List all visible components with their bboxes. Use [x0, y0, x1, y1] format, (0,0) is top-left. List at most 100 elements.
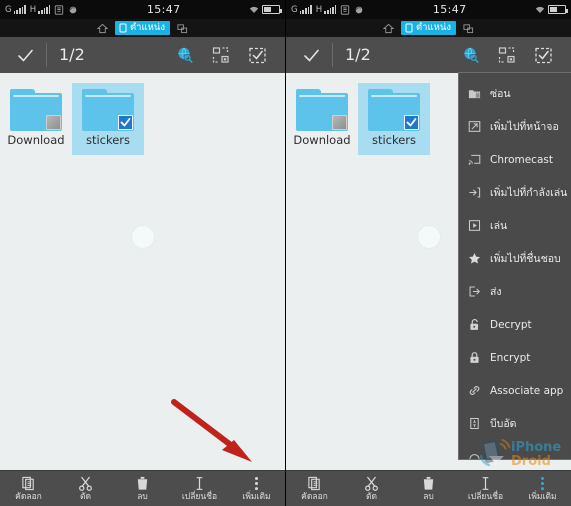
copy-label: คัดลอก [301, 491, 328, 502]
menu-item-label: Encrypt [490, 351, 531, 364]
compress-icon [470, 417, 479, 430]
menu-item-label: ส่ง [490, 285, 502, 298]
confirm-selection-button[interactable] [10, 47, 40, 64]
delete-label: ลบ [137, 491, 148, 502]
menu-item-add-to-favorites[interactable]: เพิ่มไปที่ชื่นชอบ [459, 242, 571, 275]
menu-item-encrypt[interactable]: Encrypt [459, 341, 571, 374]
tab-location[interactable]: ตำแหน่ง [400, 21, 457, 35]
home-icon[interactable] [382, 23, 394, 34]
status-bar: G H 15:47 [286, 0, 571, 19]
delete-button[interactable]: ลบ [114, 476, 171, 502]
device-icon [119, 23, 127, 32]
rearrange-icon [212, 47, 229, 63]
menu-item-chromecast[interactable]: Chromecast [459, 143, 571, 176]
delete-icon [137, 476, 148, 490]
rename-label: เปลี่ยนชื่อ [467, 491, 504, 502]
rename-icon [482, 476, 489, 490]
select-all-button[interactable] [525, 46, 561, 65]
select-all-icon [248, 47, 266, 63]
delete-icon [423, 476, 434, 490]
globe-search-icon [178, 47, 193, 63]
menu-item-add-to-homescreen[interactable]: เพิ่มไปที่หน้าจอ [459, 110, 571, 143]
cut-button[interactable]: ตัด [343, 476, 400, 502]
selection-checkbox-checked[interactable] [118, 115, 133, 130]
tab-strip: ตำแหน่ง [0, 19, 285, 37]
tab-location-label: ตำแหน่ง [415, 22, 452, 33]
more-icon [255, 476, 258, 490]
sim2-signal-icon: H [30, 5, 51, 14]
more-label: เพิ่มเติม [242, 491, 271, 502]
selection-checkbox-checked[interactable] [404, 115, 419, 130]
globe-search-icon [464, 47, 479, 63]
cut-button[interactable]: ตัด [57, 476, 114, 502]
sim2-signal-icon: H [316, 5, 337, 14]
selection-checkbox-unchecked[interactable] [332, 115, 347, 130]
more-button[interactable]: เพิ่มเติม [228, 476, 285, 502]
lock-icon [470, 352, 479, 363]
folder-icon [82, 89, 134, 131]
sim1-signal-icon: G [5, 5, 26, 14]
play-icon [468, 220, 481, 231]
folder-icon [368, 89, 420, 131]
menu-item-send[interactable]: ส่ง [459, 275, 571, 308]
home-icon[interactable] [96, 23, 108, 34]
file-item-download[interactable]: Download [0, 83, 72, 155]
file-name: stickers [85, 133, 131, 147]
delete-button[interactable]: ลบ [400, 476, 457, 502]
check-icon [17, 49, 33, 62]
sim1-label: G [5, 5, 12, 15]
selection-checkbox-unchecked[interactable] [46, 115, 61, 130]
rename-button[interactable]: เปลี่ยนชื่อ [171, 476, 228, 502]
menu-item-label: เพิ่มไปที่กำลังเล่น [490, 186, 568, 199]
menu-item-associate-app[interactable]: Associate app [459, 374, 571, 407]
menu-item-label: เพิ่มไปที่หน้าจอ [490, 120, 559, 133]
status-bar-right [535, 5, 568, 15]
copy-button[interactable]: คัดลอก [0, 476, 57, 502]
phone-screen-left: G H 15:47 ตำแหน่ง 1/2 Download stickers … [0, 0, 285, 506]
menu-item-decrypt[interactable]: Decrypt [459, 308, 571, 341]
organize-button[interactable] [489, 46, 525, 64]
file-item-stickers[interactable]: stickers [358, 83, 430, 155]
file-item-download[interactable]: Download [286, 83, 358, 155]
svg-text:iPhone: iPhone [511, 440, 561, 455]
phone-screen-right: G H 15:47 ตำแหน่ง 1/2 Download stickers … [285, 0, 571, 506]
select-all-button[interactable] [239, 46, 275, 65]
send-icon [469, 286, 480, 297]
status-bar-right [249, 5, 282, 15]
multi-window-icon[interactable] [463, 23, 474, 34]
menu-item-add-to-playing[interactable]: เพิ่มไปที่กำลังเล่น [459, 176, 571, 209]
menu-item-hide[interactable]: ซ่อน [459, 77, 571, 110]
dual-screenshot-container: G H 15:47 ตำแหน่ง 1/2 Download stickers … [0, 0, 571, 506]
menu-item-play[interactable]: เล่น [459, 209, 571, 242]
status-bar-clock: 15:47 [146, 3, 181, 16]
more-button[interactable]: เพิ่มเติม [514, 476, 571, 502]
status-bar: G H 15:47 [0, 0, 285, 19]
menu-item-label: Associate app [490, 384, 564, 397]
organize-button[interactable] [203, 46, 239, 64]
rename-button[interactable]: เปลี่ยนชื่อ [457, 476, 514, 502]
rearrange-icon [498, 47, 515, 63]
search-button[interactable] [453, 46, 489, 64]
sim2-label: H [315, 5, 323, 15]
delete-label: ลบ [423, 491, 434, 502]
sync-icon [355, 6, 363, 13]
tab-location[interactable]: ตำแหน่ง [114, 21, 171, 35]
watermark-iphonedroid: iPhone Droid [479, 438, 561, 469]
search-button[interactable] [167, 46, 203, 64]
multi-window-icon[interactable] [177, 23, 188, 34]
selection-count: 1/2 [46, 43, 167, 67]
more-label: เพิ่มเติม [528, 491, 557, 502]
select-all-icon [534, 47, 552, 63]
link-icon [469, 386, 480, 395]
confirm-selection-button[interactable] [296, 47, 326, 64]
file-item-stickers[interactable]: stickers [72, 83, 144, 155]
more-icon [541, 476, 544, 490]
copy-button[interactable]: คัดลอก [286, 476, 343, 502]
cut-icon [79, 476, 92, 491]
star-icon [469, 253, 480, 264]
status-bar-left: G H [5, 4, 78, 15]
check-icon [303, 49, 319, 62]
add-to-homescreen-icon [468, 121, 481, 132]
status-bar-left: G H [291, 4, 364, 15]
sd-card-icon [55, 4, 64, 15]
